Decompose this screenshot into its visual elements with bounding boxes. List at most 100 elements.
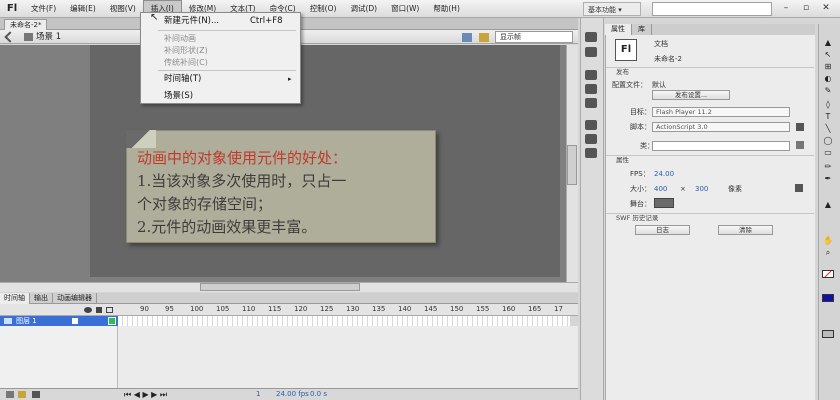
document-tab[interactable]: 未命名-2* [4,19,48,30]
tab-timeline[interactable]: 时间轴 [0,293,30,304]
menu-window[interactable]: 窗口(W) [384,0,426,18]
tab-library[interactable]: 库 [632,24,652,35]
frame-cells[interactable] [118,316,570,326]
menu-item-new-symbol[interactable]: 新建元件(N)... [164,16,219,27]
ruler-label: 140 [398,305,412,313]
help-search-input[interactable] [652,2,772,16]
code-snippets-icon[interactable] [585,120,597,130]
script-label: 脚本： [630,123,651,131]
ruler-label: 150 [450,305,464,313]
snap-to-objects-icon[interactable] [822,330,834,338]
menu-item-scene[interactable]: 场景(S) [164,91,193,102]
tab-properties[interactable]: 属性 [605,24,632,35]
ruler-label: 90 [140,305,149,313]
outline-icon[interactable] [106,307,113,313]
layer-color-icon[interactable] [108,317,116,325]
new-folder-icon[interactable] [18,391,26,398]
profile-label: 配置文件： [612,81,647,89]
layer-name[interactable]: 图层 1 [16,316,37,326]
maximize-icon[interactable]: ▫ [798,2,814,16]
current-frame: 1 [256,390,261,398]
close-icon[interactable]: ✕ [818,2,834,16]
note-graphic[interactable]: 动画中的对象使用元件的好处： 1.当该对象多次使用时，只占一 个对象的存储空间；… [126,130,436,243]
fill-color-icon[interactable] [822,294,834,302]
menu-debug[interactable]: 调试(D) [343,0,384,18]
free-transform-tool-icon[interactable]: ⊞ [822,62,834,71]
ruler-label: 120 [294,305,308,313]
frame-ruler[interactable]: 90 95 100 105 110 115 120 125 130 135 14… [118,304,570,316]
paint-bucket-tool-icon[interactable]: ▲ [822,200,834,209]
new-symbol-shortcut: Ctrl+F8 [250,16,283,26]
zoom-tool-icon[interactable]: ⌕ [822,248,834,257]
frame-rate[interactable]: 24.00 fps [276,389,309,399]
horizontal-scroll-thumb[interactable] [200,283,360,291]
note-line-2: 1.当该对象多次使用时，只占一 [137,172,347,190]
stage-settings-wrench-icon[interactable] [795,184,803,192]
color-panel-icon[interactable] [585,32,597,42]
stroke-color-icon[interactable] [822,270,834,278]
note-line-1: 动画中的对象使用元件的好处： [137,149,348,167]
edit-symbol-icon[interactable] [479,33,489,42]
log-button[interactable]: 日志 [635,225,690,235]
stage-color-label: 舞台： [630,200,651,208]
eye-icon[interactable] [84,307,92,313]
properties-section-header[interactable]: 属性 [606,155,814,164]
tab-output[interactable]: 输出 [30,293,53,304]
hand-tool-icon[interactable]: ✋ [822,236,834,245]
stage-height[interactable]: 300 [695,185,708,194]
pencil-tool-icon[interactable]: ✏ [822,162,834,171]
minimize-icon[interactable]: – [778,2,794,16]
oval-tool-icon[interactable]: ◯ [822,136,834,145]
publish-section-header[interactable]: 发布 [606,67,814,76]
zoom-select[interactable]: 显示帧 [495,31,573,43]
class-input[interactable] [652,141,790,151]
target-select[interactable]: Flash Player 11.2 [652,107,790,117]
fps-value[interactable]: 24.00 [654,170,674,179]
align-panel-icon[interactable] [585,70,597,80]
note-line-3: 个对象的存储空间； [137,195,273,213]
pen-tool-icon[interactable]: ◊ [822,100,834,109]
timeline-tab-bar: 时间轴 输出 动画编辑器 [0,293,578,304]
workspace-switcher[interactable]: 基本功能 ▾ [583,2,641,16]
edit-scene-icon[interactable] [462,33,472,42]
lasso-tool-icon[interactable]: ✎ [822,86,834,95]
tab-motion-editor[interactable]: 动画编辑器 [53,293,97,304]
components-icon[interactable] [585,134,597,144]
wrench-icon[interactable] [796,123,804,131]
subselection-tool-icon[interactable]: ↖ [822,50,834,59]
edit-class-pencil-icon[interactable] [796,141,804,149]
motion-presets-icon[interactable] [585,148,597,158]
ruler-label: 135 [372,305,386,313]
delete-icon[interactable] [32,391,40,398]
ruler-label: 105 [216,305,230,313]
menu-control[interactable]: 控制(O) [303,0,344,18]
publish-settings-button[interactable]: 发布设置... [652,90,730,100]
playback-controls-icon[interactable]: ⏮ ◀ ▶ ▶ ⏭ [124,390,167,400]
stage-width[interactable]: 400 [654,185,667,194]
transform-panel-icon[interactable] [585,98,597,108]
menu-view[interactable]: 视图(V) [103,0,143,18]
ruler-label: 145 [424,305,438,313]
line-tool-icon[interactable]: ╲ [822,124,834,133]
clear-button[interactable]: 清除 [718,225,773,235]
script-select[interactable]: ActionScript 3.0 [652,122,790,132]
3d-rotation-tool-icon[interactable]: ◐ [822,74,834,83]
stage-color-swatch[interactable] [654,198,674,208]
rectangle-tool-icon[interactable]: ▭ [822,148,834,157]
lock-icon[interactable] [96,307,102,313]
swatches-panel-icon[interactable] [585,47,597,57]
menu-help[interactable]: 帮助(H) [426,0,467,18]
info-panel-icon[interactable] [585,84,597,94]
selection-tool-icon[interactable]: ▲ [822,38,834,47]
submenu-arrow-icon: ▸ [288,75,292,83]
brush-tool-icon[interactable]: ✒ [822,174,834,183]
menu-item-timeline[interactable]: 时间轴(T) [164,74,201,85]
menu-file[interactable]: 文件(F) [24,0,63,18]
swf-history-section-header[interactable]: SWF 历史记录 [606,213,814,222]
vertical-scroll-thumb[interactable] [567,145,577,185]
text-tool-icon[interactable]: T [822,112,834,121]
ruler-label: 110 [242,305,256,313]
elapsed-time: 0.0 s [310,390,328,398]
menu-edit[interactable]: 编辑(E) [63,0,103,18]
new-layer-icon[interactable] [6,391,14,398]
